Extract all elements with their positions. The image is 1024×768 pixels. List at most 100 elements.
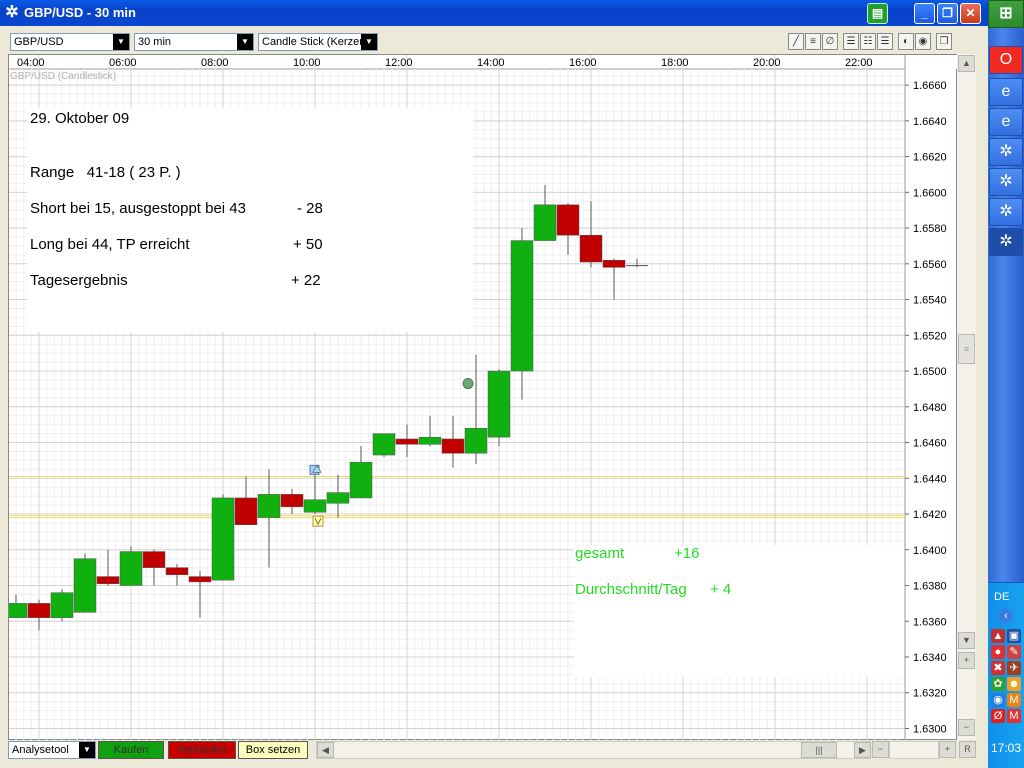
scroll-up-icon[interactable]: ▲ [958, 55, 975, 72]
settings-tool-icon[interactable]: ◉ [915, 33, 931, 50]
x-tick-label: 04:00 [17, 57, 45, 69]
h-zoom-out-icon[interactable]: − [872, 741, 889, 758]
y-tick-label: 1.6660 [913, 80, 947, 92]
chart-type-select[interactable]: Candle Stick (Kerzen ▼ [258, 33, 378, 51]
candle-up [349, 461, 373, 499]
chart-area[interactable]: 1.6660 1.6640 1.6620 1.6600 1.6580 1.6560 1.65… [8, 54, 958, 741]
h-zoom-in-icon[interactable]: + [939, 741, 956, 758]
sell-button[interactable]: Verkaufen [168, 741, 236, 759]
analysis-tool-select[interactable]: Analysetool ▼ [8, 741, 96, 759]
y-tick-label: 1.6500 [913, 366, 947, 378]
horizontal-scrollbar[interactable]: ◀ ||| ▶ [316, 741, 871, 759]
interval-value: 30 min [138, 36, 172, 48]
candle-up [487, 370, 511, 438]
chevron-down-icon[interactable]: ▼ [79, 742, 95, 758]
h-zoom-track[interactable] [889, 741, 939, 759]
app-gear-icon[interactable]: ✲ [989, 228, 1023, 256]
x-tick-label: 14:00 [477, 57, 505, 69]
zoom-in-icon[interactable]: + [958, 652, 975, 669]
line-tool-icon[interactable]: ╱ [788, 33, 804, 50]
ie-icon[interactable]: e [989, 78, 1023, 106]
start-button[interactable]: ⊞ [988, 0, 1024, 28]
summary-gesamt-value: +16 [674, 545, 700, 562]
set-box-button[interactable]: Box setzen [238, 741, 308, 759]
color-tool-icon[interactable]: ◐ [898, 33, 914, 50]
candle-up [464, 427, 488, 454]
levels-tool-icon[interactable]: ☰ [877, 33, 893, 50]
tray-app-icon[interactable]: ● [991, 645, 1005, 659]
maximize-button[interactable]: ❐ [937, 3, 958, 24]
vertical-scrollbar[interactable]: ▲ ≡ ▼ + − [957, 54, 976, 740]
scroll-down-icon[interactable]: ▼ [958, 632, 975, 649]
chevron-down-icon[interactable]: ▼ [237, 34, 253, 50]
tray-app-icon[interactable]: ✿ [991, 677, 1005, 691]
app-gear-icon[interactable]: ✲ [989, 168, 1023, 196]
reset-button[interactable]: R [959, 741, 976, 758]
candle-up [9, 603, 28, 618]
tray-app-icon[interactable]: M [1007, 709, 1021, 723]
candle-down [188, 576, 212, 583]
zoom-out-icon[interactable]: − [958, 719, 975, 736]
window-tool-icon[interactable]: ❐ [936, 33, 952, 50]
candle-down [165, 567, 189, 576]
fan-tool-icon[interactable]: ∅ [822, 33, 838, 50]
candle-down [234, 497, 258, 525]
candle-up [211, 497, 235, 581]
symbol-select[interactable]: GBP/USD ▼ [10, 33, 130, 51]
system-tray: DE ‹ ▲ ▣ ● ✎ ✖ ✈ ✿ ☻ ◉ M Ø M 17:03 [988, 582, 1024, 768]
tray-expand-icon[interactable]: ‹ [999, 609, 1013, 623]
x-tick-label: 16:00 [569, 57, 597, 69]
chart-toolbar: GBP/USD ▼ 30 min ▼ Candle Stick (Kerzen … [6, 30, 956, 54]
candle-down [27, 603, 51, 618]
tray-app-icon[interactable]: ☻ [1007, 677, 1021, 691]
channel-tool-icon[interactable]: ≡ [805, 33, 821, 50]
y-tick-label: 1.6520 [913, 330, 947, 342]
candle-up [418, 436, 442, 445]
symbol-value: GBP/USD [14, 36, 64, 48]
note-date: 29. Oktober 09 [30, 110, 130, 127]
trade-note: 29. Oktober 09 Range 41-18 ( 23 P. ) Sho… [27, 108, 473, 332]
scroll-thumb[interactable]: ≡ [958, 334, 975, 364]
y-tick-label: 1.6560 [913, 259, 947, 271]
candle-down [395, 438, 419, 445]
chevron-down-icon[interactable]: ▼ [113, 34, 129, 50]
tray-app-icon[interactable]: Ø [991, 709, 1005, 723]
scroll-right-icon[interactable]: ▶ [854, 742, 871, 758]
scroll-left-icon[interactable]: ◀ [317, 742, 334, 758]
buy-button[interactable]: Kaufen [98, 741, 164, 759]
y-tick-label: 1.6380 [913, 581, 947, 593]
tray-app-icon[interactable]: M [1007, 693, 1021, 707]
opera-icon[interactable]: O [989, 46, 1023, 74]
tray-app-icon[interactable]: ✎ [1007, 645, 1021, 659]
close-button[interactable]: ✕ [960, 3, 981, 24]
summary-note: gesamt +16 Durchschnitt/Tag + 4 [574, 545, 904, 677]
x-tick-label: 06:00 [109, 57, 137, 69]
minimize-button[interactable]: _ [914, 3, 935, 24]
fib-tool-icon[interactable]: ☰ [843, 33, 859, 50]
y-tick-label: 1.6400 [913, 545, 947, 557]
tray-app-icon[interactable]: ✈ [1007, 661, 1021, 675]
chart-type-value: Candle Stick (Kerzen [262, 36, 366, 48]
tray-network-icon[interactable]: ▣ [1007, 629, 1021, 643]
y-tick-label: 1.6360 [913, 616, 947, 628]
y-tick-label: 1.6620 [913, 152, 947, 164]
y-tick-label: 1.6460 [913, 438, 947, 450]
print-icon[interactable]: ▤ [867, 3, 888, 24]
tray-app-icon[interactable]: ◉ [991, 693, 1005, 707]
x-tick-label: 08:00 [201, 57, 229, 69]
h-scroll-thumb[interactable]: ||| [801, 742, 837, 758]
tray-app-icon[interactable]: ✖ [991, 661, 1005, 675]
signal-dot-marker [462, 378, 474, 390]
candle-up [50, 592, 74, 618]
chevron-down-icon[interactable]: ▼ [361, 34, 377, 50]
interval-select[interactable]: 30 min ▼ [134, 33, 254, 51]
grid-tool-icon[interactable]: ☷ [860, 33, 876, 50]
title-bar: ✲ GBP/USD - 30 min ▤ _ ❐ ✕ [0, 0, 988, 26]
app-gear-icon[interactable]: ✲ [989, 198, 1023, 226]
tray-app-icon[interactable]: ▲ [991, 629, 1005, 643]
app-gear-icon[interactable]: ✲ [989, 138, 1023, 166]
candle-down [96, 576, 120, 584]
summary-avg-value: + 4 [710, 581, 732, 598]
ie-icon[interactable]: e [989, 108, 1023, 136]
language-indicator[interactable]: DE [994, 591, 1009, 603]
